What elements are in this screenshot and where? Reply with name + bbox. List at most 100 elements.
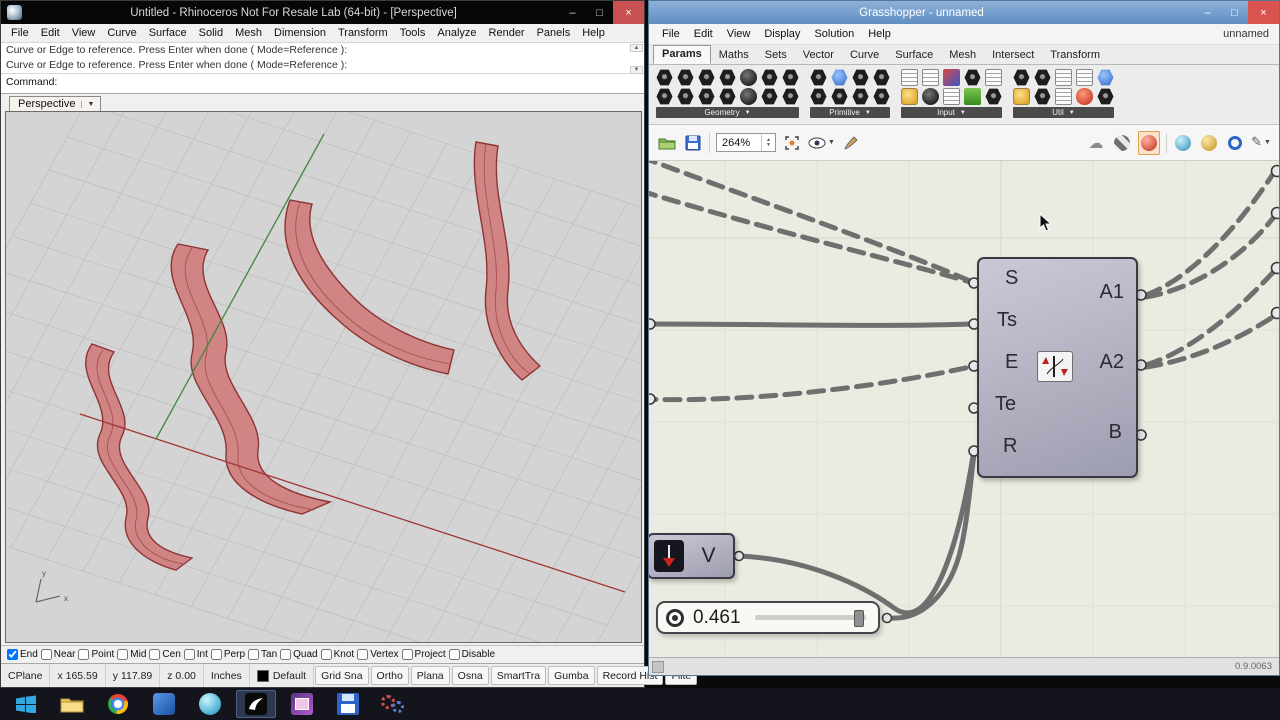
tab-curve[interactable]: Curve [842,47,887,64]
osnap-checkbox[interactable] [117,649,129,660]
input-label-e[interactable]: E [1005,351,1018,374]
scrollbar-thumb[interactable] [652,660,664,673]
param-icon[interactable] [656,88,673,105]
output-label-b[interactable]: B [1109,421,1122,444]
slider-handle[interactable] [854,610,864,627]
osnap-item-project[interactable]: Project [401,649,446,660]
paint-brush-icon[interactable] [841,132,861,154]
taskbar-photo-app-icon[interactable] [282,690,322,718]
param-icon[interactable] [677,69,694,86]
osnap-item-quad[interactable]: Quad [280,649,318,660]
status-cplane[interactable]: CPlane [1,664,51,687]
osnap-item-knot[interactable]: Knot [320,649,354,660]
menu-mesh[interactable]: Mesh [229,26,268,40]
zoom-spinner[interactable]: ▲ ▼ [761,134,775,151]
status-planar[interactable]: Plana [410,666,450,685]
param-icon[interactable] [782,88,799,105]
command-prompt[interactable]: Command: [1,73,644,93]
close-icon[interactable]: × [613,1,644,24]
slider-rail[interactable] [754,610,866,627]
taskbar-settings-gears-icon[interactable] [374,690,414,718]
minimize-icon[interactable]: – [559,1,586,24]
status-layer[interactable]: Default [250,664,315,687]
param-icon[interactable] [810,69,827,86]
menu-help[interactable]: Help [576,26,611,40]
osnap-checkbox[interactable] [448,649,460,660]
menu-view[interactable]: View [66,26,102,40]
param-icon[interactable] [1076,88,1093,105]
menu-view[interactable]: View [720,26,758,42]
param-icon[interactable] [740,69,757,86]
menu-panels[interactable]: Panels [531,26,577,40]
param-icon[interactable] [1034,69,1051,86]
param-icon[interactable] [1013,88,1030,105]
param-icon[interactable] [901,69,918,86]
palette-group-label[interactable]: Input ▼ [901,107,1002,118]
output-label-a1[interactable]: A1 [1100,281,1124,304]
param-icon[interactable] [719,88,736,105]
zoom-level-dropdown[interactable]: 264% ▲ ▼ [716,133,776,152]
restore-icon[interactable]: □ [586,1,613,24]
param-icon[interactable] [656,69,673,86]
input-label-r[interactable]: R [1003,435,1017,458]
param-icon[interactable] [1013,69,1030,86]
minimize-icon[interactable]: – [1194,1,1221,24]
menu-solid[interactable]: Solid [193,26,229,40]
tab-transform[interactable]: Transform [1042,47,1108,64]
palette-group-label[interactable]: Geometry ▼ [656,107,799,118]
menu-transform[interactable]: Transform [332,26,394,40]
preview-eye-icon[interactable]: ▼ [808,132,835,154]
taskbar-rhino-active-icon[interactable] [236,690,276,718]
param-icon[interactable] [782,69,799,86]
osnap-item-near[interactable]: Near [40,649,75,660]
input-label-s[interactable]: S [1005,267,1018,290]
tab-mesh[interactable]: Mesh [941,47,984,64]
param-icon[interactable] [1097,69,1114,86]
param-icon[interactable] [852,69,869,86]
command-area[interactable]: Curve or Edge to reference. Press Enter … [1,43,644,94]
preview-mode-icon[interactable] [1199,132,1219,154]
param-icon[interactable] [985,69,1002,86]
restore-icon[interactable]: □ [1221,1,1248,24]
menu-analyze[interactable]: Analyze [431,26,482,40]
param-icon[interactable] [985,88,1002,105]
param-icon[interactable] [1034,88,1051,105]
osnap-item-tan[interactable]: Tan [248,649,277,660]
output-label-a2[interactable]: A2 [1100,351,1124,374]
menu-file[interactable]: File [655,26,687,42]
param-icon[interactable] [831,69,848,86]
menu-file[interactable]: File [5,26,35,40]
menu-edit[interactable]: Edit [687,26,720,42]
osnap-item-int[interactable]: Int [183,649,208,660]
menu-curve[interactable]: Curve [101,26,142,40]
param-icon[interactable] [719,69,736,86]
slider-knob-icon[interactable] [666,608,684,627]
param-icon[interactable] [740,88,757,105]
menu-solution[interactable]: Solution [807,26,861,42]
save-file-icon[interactable] [683,132,703,154]
wireframe-preview-icon[interactable] [1112,132,1132,154]
menu-surface[interactable]: Surface [143,26,193,40]
param-icon[interactable] [922,69,939,86]
osnap-checkbox[interactable] [210,649,222,660]
tab-params[interactable]: Params [653,45,711,64]
param-icon[interactable] [677,88,694,105]
status-gumball[interactable]: Gumba [548,666,595,685]
menu-display[interactable]: Display [757,26,807,42]
param-icon[interactable] [1097,88,1114,105]
osnap-checkbox[interactable] [149,649,161,660]
osnap-checkbox[interactable] [7,649,18,660]
param-icon[interactable] [761,69,778,86]
param-icon[interactable] [964,88,981,105]
tab-surface[interactable]: Surface [887,47,941,64]
vector-component[interactable]: V [649,533,735,579]
param-icon[interactable] [873,69,890,86]
taskbar-file-explorer-icon[interactable] [52,690,92,718]
sketch-pencil-icon[interactable]: ✎ ▼ [1251,132,1271,154]
palette-group-label[interactable]: Primitive ▼ [810,107,890,118]
osnap-checkbox[interactable] [40,649,52,660]
open-file-icon[interactable] [657,132,677,154]
param-icon[interactable] [943,69,960,86]
grasshopper-canvas[interactable]: S Ts E Te R A1 A2 B V 0.461 [649,161,1279,657]
osnap-item-cen[interactable]: Cen [149,649,181,660]
